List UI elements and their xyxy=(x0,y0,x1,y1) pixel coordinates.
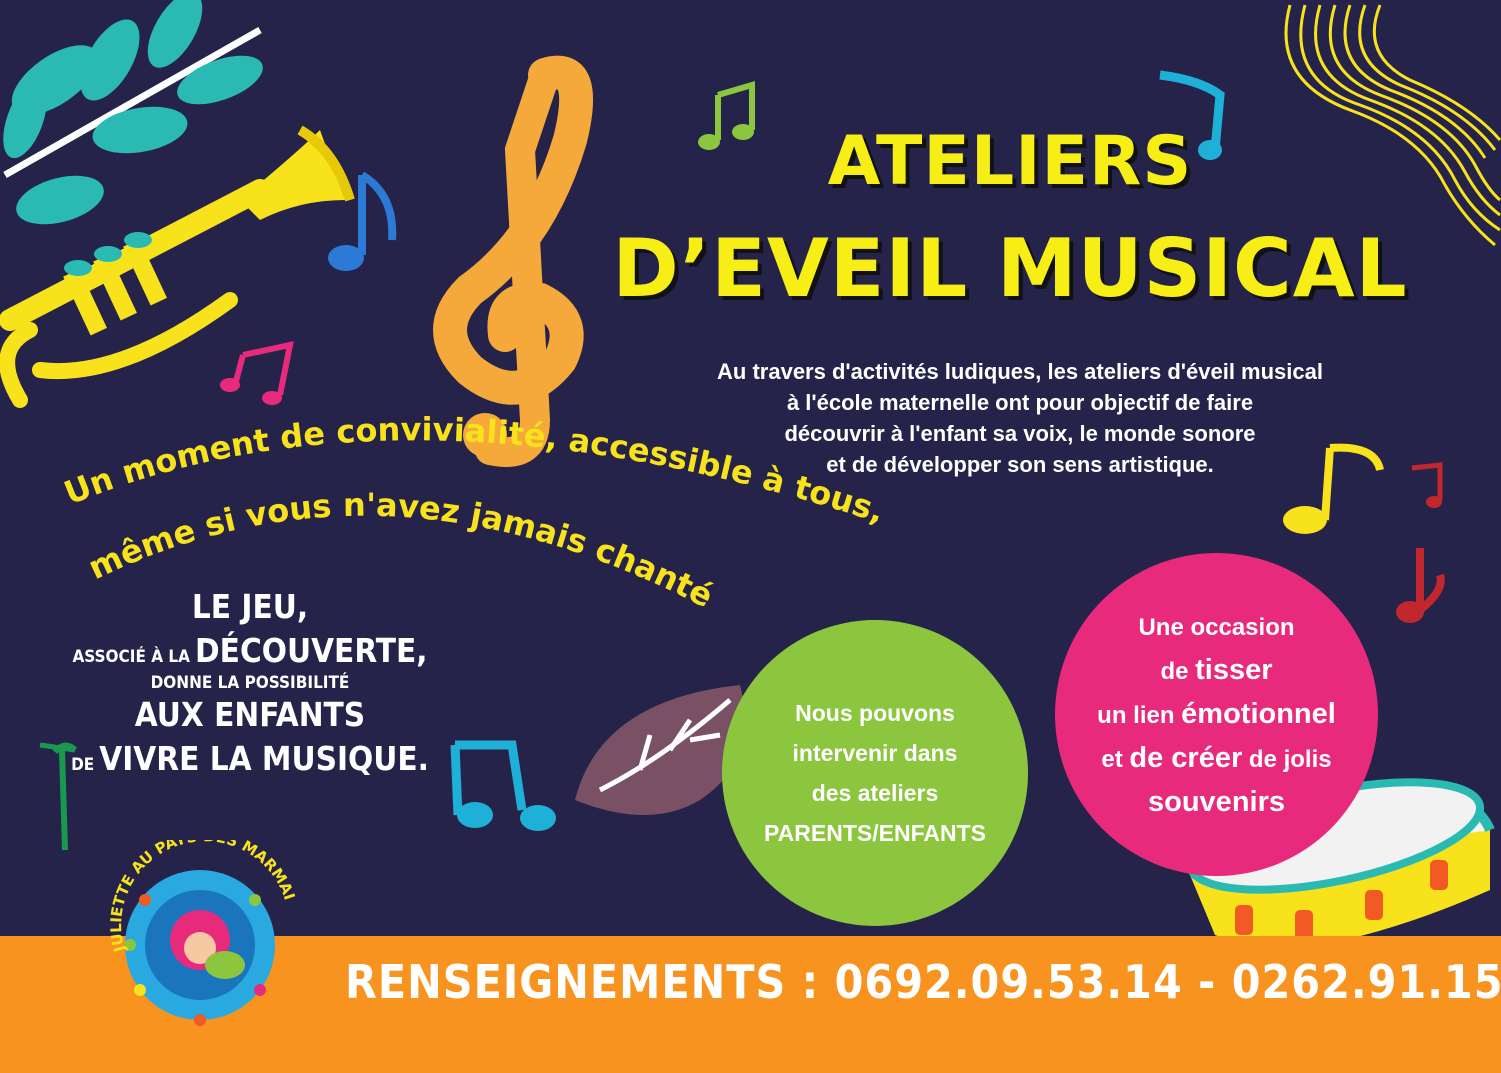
pink-text: un lien xyxy=(1097,701,1182,729)
pink-text: de xyxy=(1160,657,1196,685)
pink-emphasis: émotionnel xyxy=(1181,697,1336,730)
play-line-4: AUX ENFANTS xyxy=(134,695,366,734)
green-circle-line: PARENTS/ENFANTS xyxy=(764,820,986,846)
green-circle-line: des ateliers xyxy=(811,780,939,806)
trumpet-icon xyxy=(0,125,355,408)
pink-emphasis: de créer xyxy=(1129,741,1243,774)
green-circle: Nous pouvons intervenir dans des atelier… xyxy=(722,620,1028,926)
play-line-3: DONNE LA POSSIBILITÉ xyxy=(150,673,350,693)
pink-emphasis: tisser xyxy=(1195,653,1273,686)
green-circle-line: intervenir dans xyxy=(792,740,958,766)
title-line-2: D’EVEIL MUSICAL xyxy=(612,222,1408,315)
play-line-5-big: VIVRE LA MUSIQUE. xyxy=(99,739,429,778)
pink-text: de jolis xyxy=(1242,745,1332,773)
green-circle-line: Nous pouvons xyxy=(795,700,955,726)
pink-circle-line-3: un lien émotionnel xyxy=(1097,693,1336,737)
contact-info: RENSEIGNEMENTS : 0692.09.53.14 - 0262.91… xyxy=(345,955,1501,1009)
pink-circle-line-1: Une occasion xyxy=(1138,613,1295,641)
red-note-icon xyxy=(1396,462,1445,623)
pink-circle-line-4: et de créer de jolis xyxy=(1101,737,1331,781)
blue-double-note-icon xyxy=(450,740,556,831)
play-line-1: LE JEU, xyxy=(191,587,309,626)
logo: JULIETTE AU PAYS DES MARMAILLES xyxy=(85,840,299,1026)
play-line-2: ASSOCIÉ À LA DÉCOUVERTE, xyxy=(40,629,460,673)
title-line-1: ATELIERS xyxy=(827,122,1193,201)
pink-circle: Une occasion de tisser un lien émotionne… xyxy=(1055,553,1378,876)
play-line-2-big: DÉCOUVERTE, xyxy=(195,631,428,670)
play-line-5-small: DE xyxy=(71,755,95,775)
pink-circle-line-2: de tisser xyxy=(1160,649,1272,693)
leaf-icon xyxy=(575,685,745,815)
play-line-5: DE VIVRE LA MUSIQUE. xyxy=(40,737,460,781)
pink-text: et xyxy=(1101,745,1130,773)
play-block: LE JEU, ASSOCIÉ À LA DÉCOUVERTE, DONNE L… xyxy=(40,585,460,781)
pink-circle-line-5: souvenirs xyxy=(1148,785,1285,818)
play-line-2-small: ASSOCIÉ À LA xyxy=(72,647,190,667)
flyer: ATELIERS D’EVEIL MUSICAL Au travers d'ac… xyxy=(0,0,1501,1073)
